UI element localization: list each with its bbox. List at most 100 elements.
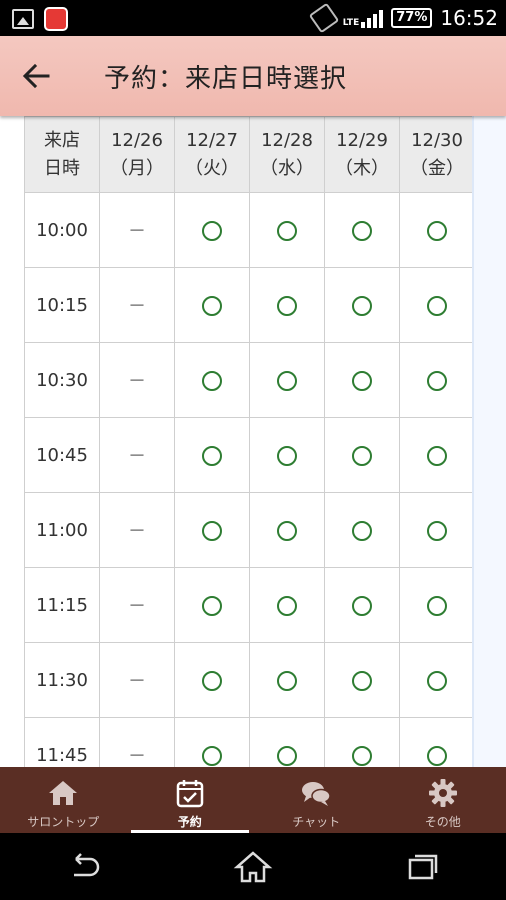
nav-item-chat[interactable]: チャット bbox=[253, 767, 380, 833]
time-slot-label: 10:30 bbox=[24, 342, 100, 418]
available-circle-icon bbox=[352, 595, 372, 616]
header-date: 12/28 bbox=[261, 129, 313, 151]
home-icon bbox=[49, 781, 78, 805]
system-recents-icon[interactable] bbox=[402, 847, 442, 887]
slot-available-cell[interactable] bbox=[324, 717, 400, 767]
nav-item-salon-top[interactable]: サロントップ bbox=[0, 767, 127, 833]
available-circle-icon bbox=[352, 745, 372, 766]
time-slot-label: 10:15 bbox=[24, 267, 100, 343]
slot-available-cell[interactable] bbox=[324, 492, 400, 568]
header-day: 12/30 （金） bbox=[399, 116, 475, 193]
slot-available-cell[interactable] bbox=[174, 717, 250, 767]
available-circle-icon bbox=[277, 370, 297, 391]
slot-available-cell[interactable] bbox=[399, 567, 475, 643]
schedule-content[interactable]: 来店 日時 12/26 （月） 12/27 （火） 12/28 （水） 12/2… bbox=[0, 116, 506, 767]
slot-available-cell[interactable] bbox=[249, 717, 325, 767]
back-arrow-icon[interactable] bbox=[18, 58, 54, 94]
available-circle-icon bbox=[427, 370, 447, 391]
app-bar: 予約：来店日時選択 bbox=[0, 36, 506, 116]
unavailable-mark: － bbox=[128, 371, 146, 392]
available-circle-icon bbox=[352, 220, 372, 241]
available-circle-icon bbox=[427, 220, 447, 241]
lte-label: LTE bbox=[342, 18, 360, 28]
slot-available-cell[interactable] bbox=[324, 642, 400, 718]
unavailable-mark: － bbox=[128, 521, 146, 542]
available-circle-icon bbox=[202, 520, 222, 541]
system-back-icon[interactable] bbox=[64, 847, 104, 887]
bottom-nav: サロントップ 予約 チャット その他 bbox=[0, 767, 506, 833]
nav-item-other[interactable]: その他 bbox=[380, 767, 506, 833]
gear-icon bbox=[428, 779, 457, 807]
time-slot-label: 10:45 bbox=[24, 417, 100, 493]
available-circle-icon bbox=[352, 670, 372, 691]
slot-unavailable-cell: － bbox=[99, 192, 175, 268]
slot-available-cell[interactable] bbox=[249, 567, 325, 643]
header-date: 12/29 bbox=[336, 129, 388, 151]
slot-available-cell[interactable] bbox=[174, 492, 250, 568]
chat-bubbles-icon bbox=[302, 782, 331, 806]
available-circle-icon bbox=[202, 745, 222, 766]
slot-available-cell[interactable] bbox=[399, 642, 475, 718]
available-circle-icon bbox=[202, 445, 222, 466]
battery-indicator: 77% bbox=[391, 8, 433, 28]
header-weekday: （木） bbox=[335, 157, 389, 179]
slot-available-cell[interactable] bbox=[324, 342, 400, 418]
slot-available-cell[interactable] bbox=[399, 492, 475, 568]
clock: 16:52 bbox=[440, 6, 498, 30]
table-row: 11:00 － bbox=[24, 492, 475, 568]
header-date: 12/26 bbox=[111, 129, 163, 151]
slot-available-cell[interactable] bbox=[174, 567, 250, 643]
available-circle-icon bbox=[277, 595, 297, 616]
table-row: 10:30 － bbox=[24, 342, 475, 418]
slot-unavailable-cell: － bbox=[99, 417, 175, 493]
slot-available-cell[interactable] bbox=[249, 342, 325, 418]
slot-available-cell[interactable] bbox=[399, 192, 475, 268]
slot-available-cell[interactable] bbox=[249, 267, 325, 343]
table-row: 10:15 － bbox=[24, 267, 475, 343]
slot-unavailable-cell: － bbox=[99, 492, 175, 568]
time-slot-label: 11:45 bbox=[24, 717, 100, 767]
header-weekday: （火） bbox=[185, 157, 239, 179]
slot-available-cell[interactable] bbox=[324, 267, 400, 343]
slot-available-cell[interactable] bbox=[399, 417, 475, 493]
page-title: 予約：来店日時選択 bbox=[104, 64, 348, 94]
table-row: 11:30 － bbox=[24, 642, 475, 718]
status-bar: LTE 77% 16:52 bbox=[0, 0, 506, 36]
slot-available-cell[interactable] bbox=[249, 642, 325, 718]
system-home-icon[interactable] bbox=[233, 847, 273, 887]
calendar-check-icon bbox=[176, 780, 203, 808]
available-circle-icon bbox=[277, 745, 297, 766]
slot-available-cell[interactable] bbox=[249, 492, 325, 568]
available-circle-icon bbox=[427, 295, 447, 316]
slot-unavailable-cell: － bbox=[99, 717, 175, 767]
schedule-table: 来店 日時 12/26 （月） 12/27 （火） 12/28 （水） 12/2… bbox=[24, 116, 475, 767]
header-weekday: （金） bbox=[410, 157, 464, 179]
slot-available-cell[interactable] bbox=[174, 267, 250, 343]
slot-available-cell[interactable] bbox=[174, 192, 250, 268]
nav-item-label: その他 bbox=[424, 815, 461, 829]
slot-available-cell[interactable] bbox=[324, 567, 400, 643]
nav-item-reservation[interactable]: 予約 bbox=[127, 767, 254, 833]
slot-available-cell[interactable] bbox=[174, 417, 250, 493]
nav-item-label: サロントップ bbox=[27, 815, 100, 829]
slot-available-cell[interactable] bbox=[249, 192, 325, 268]
slot-available-cell[interactable] bbox=[399, 717, 475, 767]
available-circle-icon bbox=[352, 520, 372, 541]
unavailable-mark: － bbox=[128, 671, 146, 692]
slot-available-cell[interactable] bbox=[324, 192, 400, 268]
slot-unavailable-cell: － bbox=[99, 267, 175, 343]
header-weekday: （月） bbox=[110, 157, 164, 179]
image-notification-icon bbox=[12, 9, 34, 29]
available-circle-icon bbox=[352, 295, 372, 316]
slot-available-cell[interactable] bbox=[174, 642, 250, 718]
nav-item-label: 予約 bbox=[177, 815, 202, 829]
slot-available-cell[interactable] bbox=[249, 417, 325, 493]
header-weekday: （水） bbox=[260, 157, 314, 179]
vibrate-icon bbox=[308, 2, 340, 34]
header-day: 12/26 （月） bbox=[99, 116, 175, 193]
header-day: 12/27 （火） bbox=[174, 116, 250, 193]
slot-available-cell[interactable] bbox=[174, 342, 250, 418]
slot-available-cell[interactable] bbox=[324, 417, 400, 493]
slot-available-cell[interactable] bbox=[399, 342, 475, 418]
slot-available-cell[interactable] bbox=[399, 267, 475, 343]
